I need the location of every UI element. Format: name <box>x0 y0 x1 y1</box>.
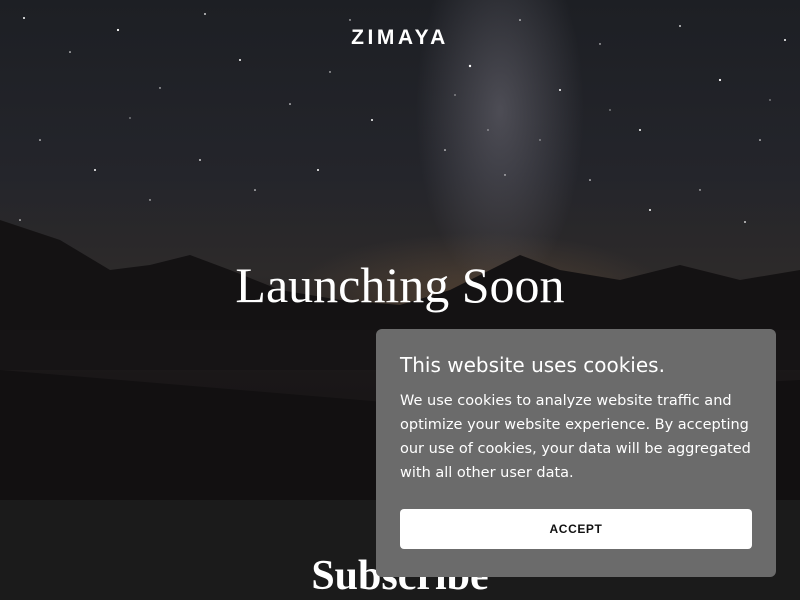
cookie-banner-title: This website uses cookies. <box>400 353 665 377</box>
accept-cookies-button[interactable]: ACCEPT <box>400 509 752 549</box>
cookie-consent-banner: This website uses cookies. We use cookie… <box>376 329 776 577</box>
cookie-banner-text: We use cookies to analyze website traffi… <box>400 393 751 481</box>
page-title: Launching Soon <box>235 257 565 313</box>
brand-logo: ZIMAYA <box>351 26 449 49</box>
